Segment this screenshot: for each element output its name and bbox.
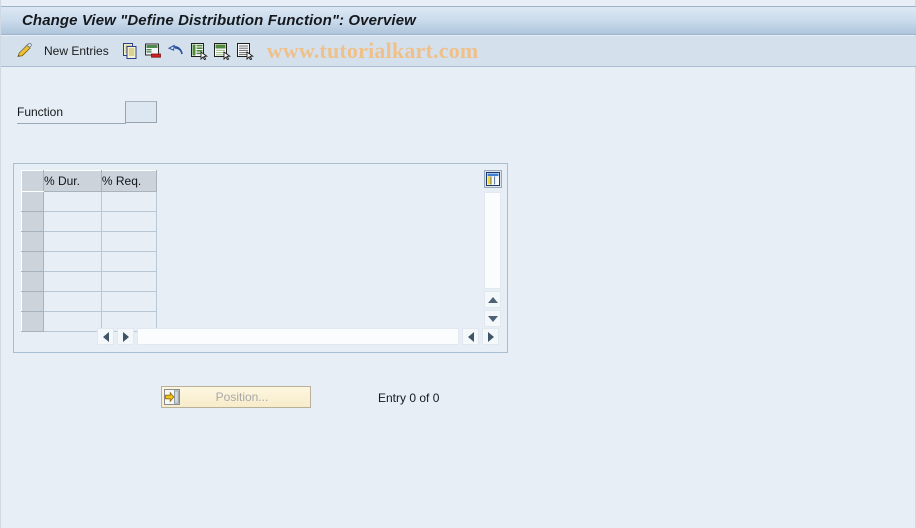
position-button[interactable]: Position... [161,386,311,408]
row-selector[interactable] [21,311,44,332]
table-body [21,191,487,332]
cell-requirement[interactable] [101,191,157,212]
chevron-up-icon [487,296,498,303]
row-filler [156,251,487,272]
row-filler [156,271,487,292]
row-filler [156,231,487,252]
table-row[interactable] [21,251,487,272]
row-selector[interactable] [21,231,44,252]
position-button-label: Position... [215,390,269,404]
page-title: Change View "Define Distribution Functio… [22,12,416,29]
table-row[interactable] [21,191,487,212]
horizontal-scroll-track[interactable] [137,328,459,345]
function-label-underline [17,123,126,124]
undo-icon[interactable] [167,42,185,60]
function-label: Function [17,105,64,119]
chevron-left-icon [467,331,474,342]
site-watermark: www.tutorialkart.com [266,38,479,63]
select-block-icon[interactable] [236,42,254,61]
table-grid-area: % Dur. % Req. [21,170,487,332]
delete-icon[interactable] [144,42,162,60]
copy-as-icon[interactable] [121,42,139,60]
row-filler [156,191,487,212]
row-selector[interactable] [21,211,44,232]
chevron-right-icon [122,331,129,342]
application-toolbar: New Entries www.tutorialkart.com [1,36,916,67]
chevron-left-icon [102,331,109,342]
select-all-icon[interactable] [190,42,208,61]
row-selector[interactable] [21,191,44,212]
cell-duration[interactable] [43,251,102,272]
row-selector[interactable] [21,251,44,272]
row-filler [156,211,487,232]
table-settings-icon[interactable] [484,170,502,188]
scroll-left-button[interactable] [97,328,114,345]
scroll-down-button[interactable] [484,310,501,327]
position-goto-icon [164,389,180,405]
table-row[interactable] [21,231,487,252]
table-vertical-scrollbar[interactable] [484,170,502,332]
table-grid: % Dur. % Req. [21,170,487,332]
table-row[interactable] [21,211,487,232]
scroll-right-button-left-group[interactable] [117,328,134,345]
function-input[interactable] [125,101,157,123]
cell-requirement[interactable] [101,251,157,272]
distribution-function-table: % Dur. % Req. [13,163,508,353]
chevron-right-icon [487,331,494,342]
new-entries-label[interactable]: New Entries [44,44,109,58]
cell-duration[interactable] [43,291,102,312]
sap-window: Change View "Define Distribution Functio… [0,0,916,528]
function-field-row: Function [17,101,157,124]
row-selector[interactable] [21,291,44,312]
cell-duration[interactable] [43,231,102,252]
column-header-filler [156,170,487,192]
table-horizontal-scrollbar[interactable] [97,328,499,346]
cell-duration[interactable] [43,191,102,212]
scroll-left-button-right-group[interactable] [462,328,479,345]
deselect-all-icon[interactable] [213,42,231,61]
scroll-right-button[interactable] [482,328,499,345]
table-header-row: % Dur. % Req. [21,170,487,192]
table-row[interactable] [21,291,487,312]
row-selector[interactable] [21,271,44,292]
select-all-column-header[interactable] [21,170,44,192]
vertical-scroll-track[interactable] [484,192,501,289]
cell-requirement[interactable] [101,291,157,312]
column-header-duration[interactable]: % Dur. [42,170,102,192]
window-title-bar: Change View "Define Distribution Functio… [1,6,916,35]
row-filler [156,291,487,312]
cell-requirement[interactable] [101,271,157,292]
column-header-requirement[interactable]: % Req. [100,170,157,192]
scroll-up-button[interactable] [484,291,501,308]
chevron-down-icon [487,315,498,322]
cell-duration[interactable] [43,271,102,292]
entry-count-status: Entry 0 of 0 [378,391,440,405]
cell-duration[interactable] [43,311,102,332]
pencil-display-change-icon[interactable] [15,42,33,60]
table-row[interactable] [21,271,487,292]
cell-requirement[interactable] [101,231,157,252]
cell-requirement[interactable] [101,211,157,232]
cell-duration[interactable] [43,211,102,232]
